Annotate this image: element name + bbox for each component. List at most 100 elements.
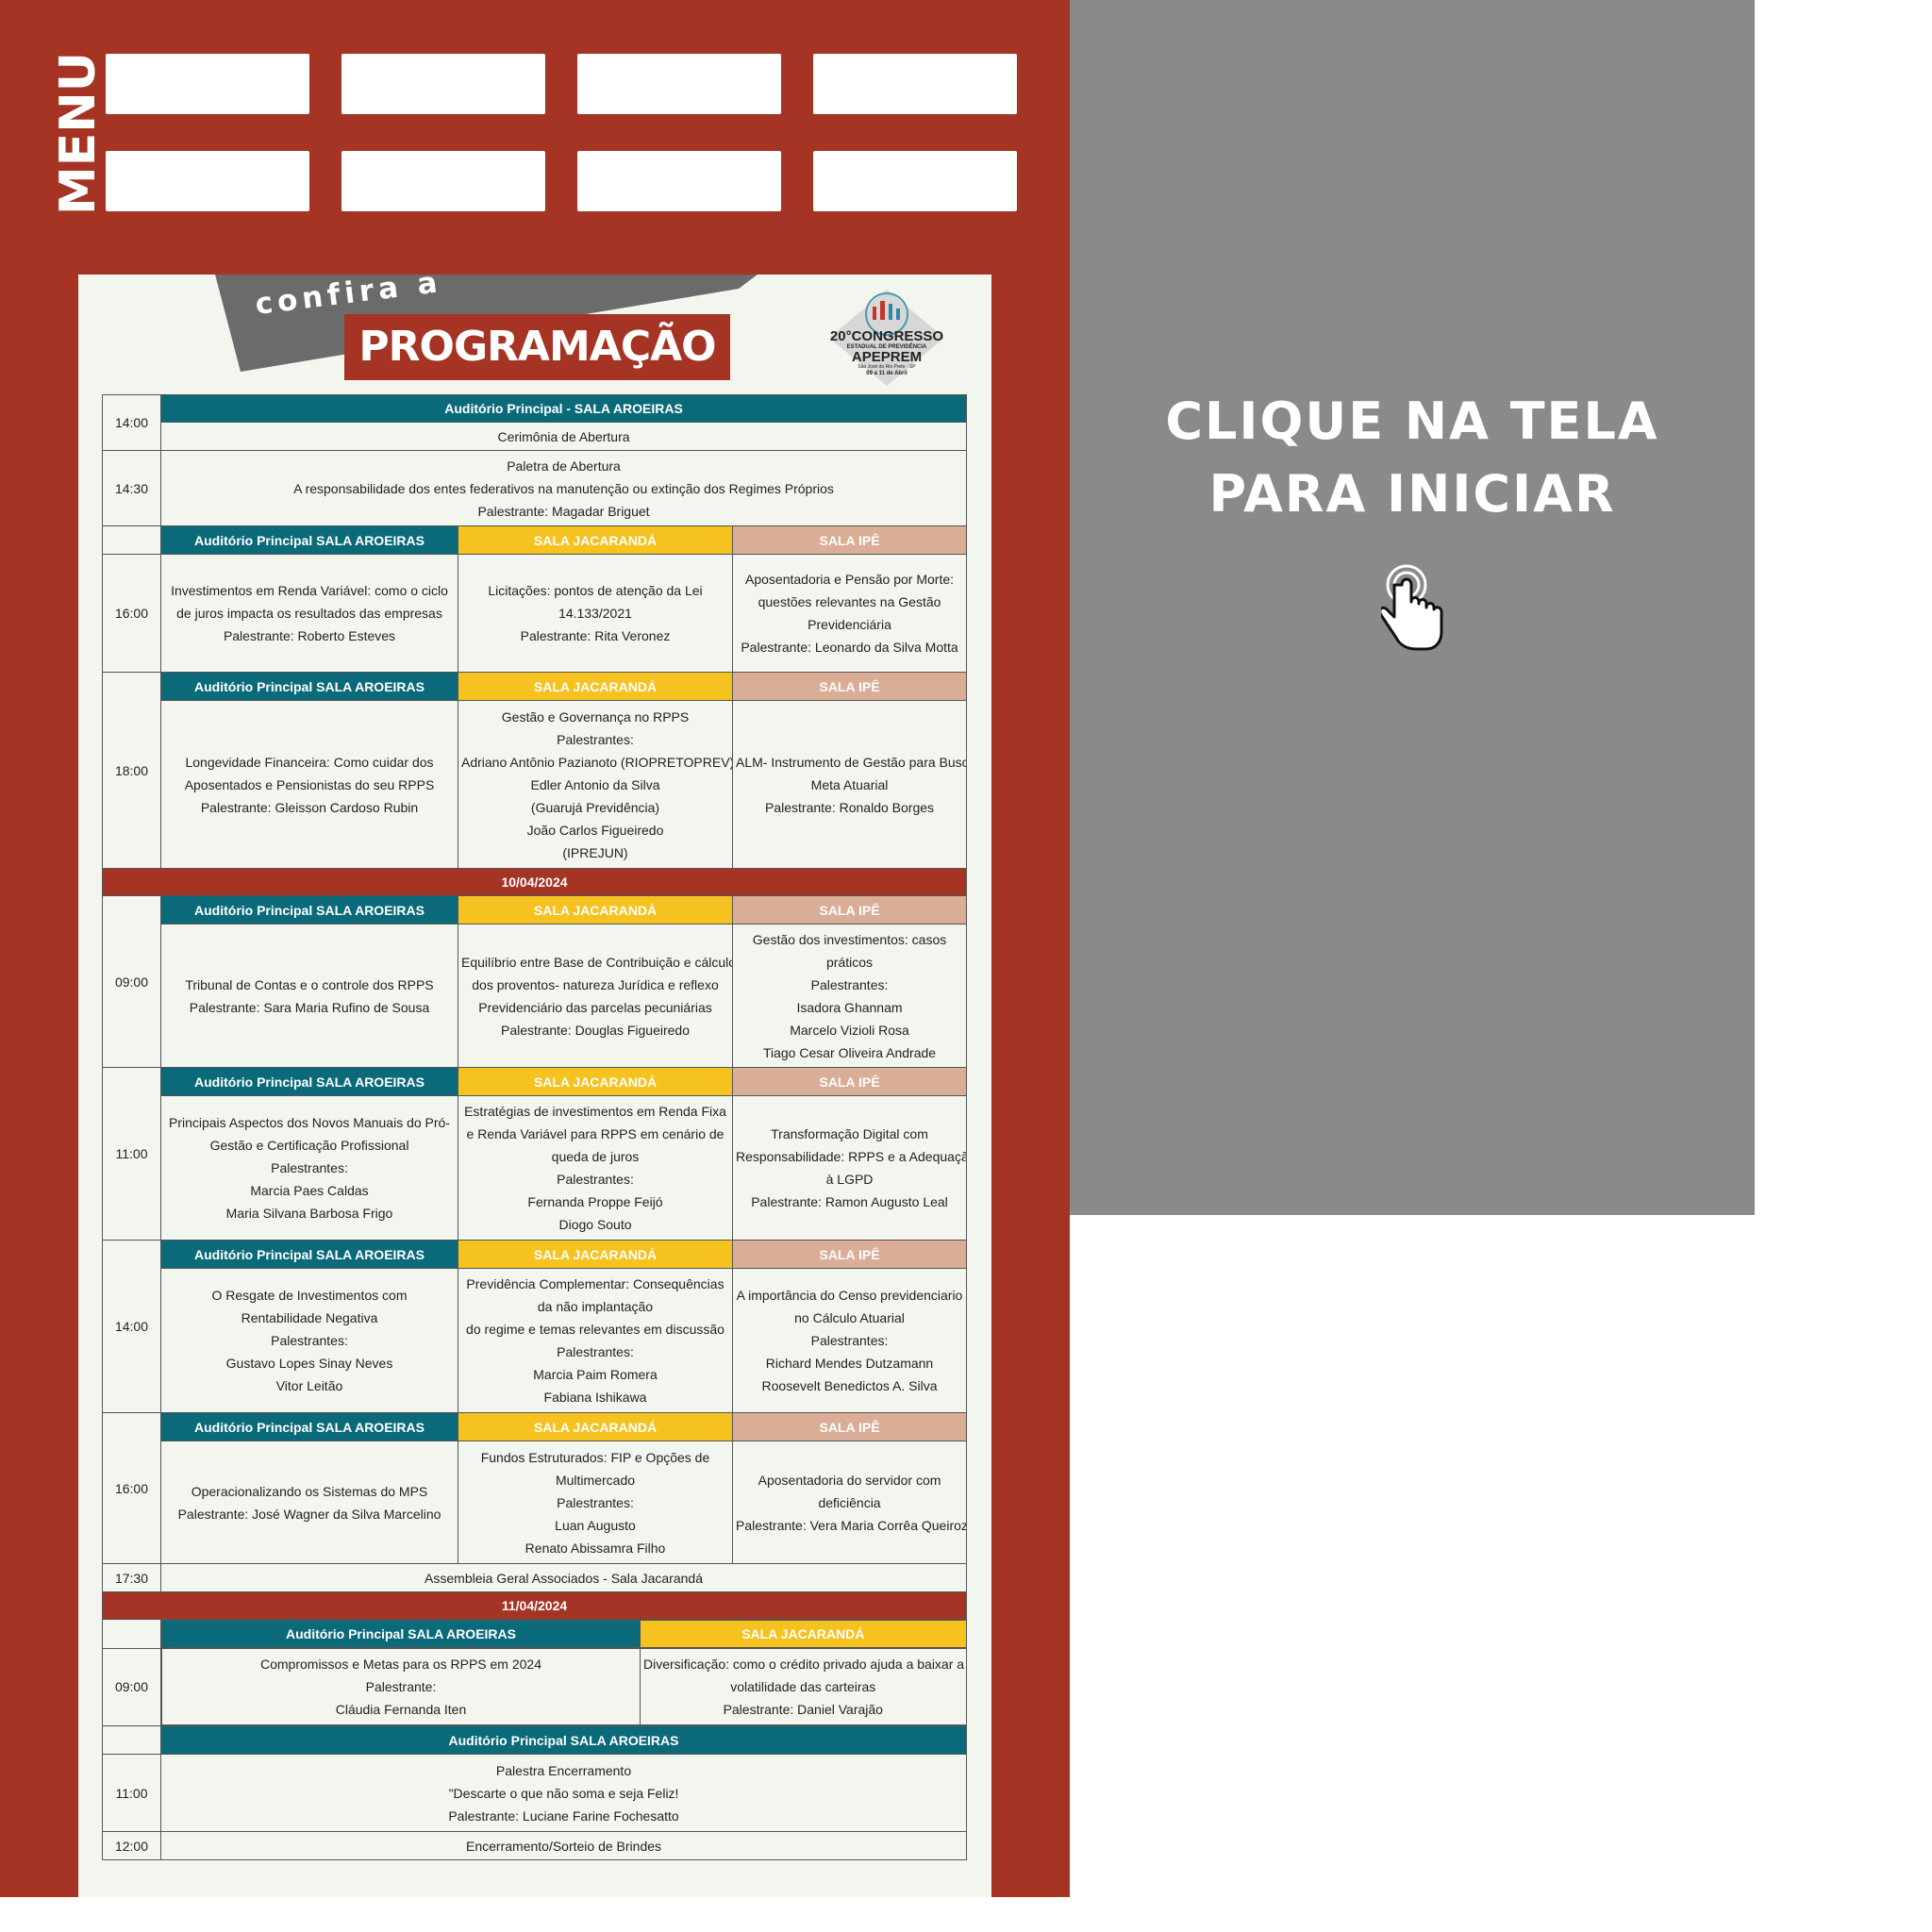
table-row: 16:00 Investimentos em Renda Variável: c… bbox=[102, 554, 968, 673]
pointer-hand-icon bbox=[1381, 564, 1443, 651]
date-row: 10/04/2024 bbox=[101, 868, 968, 896]
menu-button-8[interactable] bbox=[813, 151, 1017, 211]
time-cell: 17:30 bbox=[102, 1563, 161, 1592]
room-header-jacaranda: SALA JACARANDÁ bbox=[458, 1412, 733, 1441]
session-cell: Encerramento/Sorteio de Brindes bbox=[159, 1831, 968, 1860]
table-row: Principais Aspectos dos Novos Manuais do… bbox=[103, 1095, 968, 1241]
session-cell: Diversificação: como o crédito privado a… bbox=[640, 1648, 967, 1725]
session-cell: Licitações: pontos de atenção da Lei 14.1… bbox=[458, 554, 733, 673]
session-cell: Palestra Encerramento "Descarte o que não… bbox=[159, 1754, 968, 1832]
session-cell: Estratégias de investimentos em Renda Fi… bbox=[458, 1095, 733, 1241]
table-row: O Resgate de Investimentos com Rentabilid… bbox=[103, 1268, 968, 1413]
empty-time-cell bbox=[102, 1725, 161, 1755]
room-header-jacaranda: SALA JACARANDÁ bbox=[458, 1240, 733, 1269]
table-row: Auditório Principal SALA AROEIRAS SALA J… bbox=[102, 525, 968, 555]
time-cell: 11:00 bbox=[102, 1067, 161, 1241]
room-header-ipe: SALA IPÊ bbox=[731, 1067, 968, 1096]
svg-text:20°CONGRESSO: 20°CONGRESSO bbox=[830, 328, 944, 344]
menu-button-1[interactable] bbox=[106, 54, 309, 114]
time-cell: 12:00 bbox=[102, 1831, 161, 1860]
session-cell: Fundos Estruturados: FIP e Opções de Mult… bbox=[458, 1441, 733, 1564]
menu-button-2[interactable] bbox=[341, 54, 545, 114]
time-cell: 11:00 bbox=[102, 1754, 161, 1832]
table-row: Tribunal de Contas e o controle dos RPPS… bbox=[103, 924, 968, 1068]
session-cell: Compromissos e Metas para os RPPS em 202… bbox=[161, 1648, 641, 1725]
time-cell: 09:00 bbox=[102, 1647, 161, 1726]
room-header-aroeiras: Auditório Principal SALA AROEIRAS bbox=[160, 1067, 458, 1096]
menu-button-3[interactable] bbox=[577, 54, 781, 114]
start-instruction-line1: CLIQUE NA TELA bbox=[1165, 391, 1659, 451]
menu-button-6[interactable] bbox=[341, 151, 545, 211]
session-cell: Cerimônia de Abertura bbox=[159, 422, 968, 451]
table-row: Auditório Principal SALA AROEIRAS bbox=[102, 1725, 968, 1755]
room-header-ipe: SALA IPÊ bbox=[731, 1412, 968, 1441]
poster-header: confira a PROGRAMAÇÃO 20°CONGRESSO ESTAD… bbox=[78, 275, 991, 388]
start-instruction: CLIQUE NA TELA PARA INICIAR bbox=[1070, 385, 1755, 530]
session-cell: Investimentos em Renda Variável: como o … bbox=[160, 554, 458, 673]
programacao-title: PROGRAMAÇÃO bbox=[358, 323, 716, 371]
svg-text:APEPREM: APEPREM bbox=[852, 349, 922, 365]
room-header-jacaranda: SALA JACARANDÁ bbox=[458, 672, 733, 701]
table-row: 11/04/2024 bbox=[101, 1591, 968, 1620]
schedule-poster: confira a PROGRAMAÇÃO 20°CONGRESSO ESTAD… bbox=[78, 275, 991, 1897]
session-cell: Aposentadoria e Pensão por Morte: questõe… bbox=[731, 554, 968, 673]
table-row: 17:30 Assembleia Geral Associados - Sala… bbox=[102, 1563, 968, 1592]
time-cell: 14:00 bbox=[102, 1240, 161, 1413]
room-header-aroeiras: Auditório Principal - SALA AROEIRAS bbox=[159, 394, 968, 423]
room-header-aroeiras: Auditório Principal SALA AROEIRAS bbox=[159, 1725, 968, 1755]
session-cell: Longevidade Financeira: Como cuidar dos A… bbox=[160, 700, 458, 869]
session-cell: Assembleia Geral Associados - Sala Jacar… bbox=[159, 1563, 968, 1592]
room-header-ipe: SALA IPÊ bbox=[731, 525, 968, 555]
session-split: Compromissos e Metas para os RPPS em 202… bbox=[161, 1648, 967, 1726]
time-cell: 09:00 bbox=[102, 895, 161, 1068]
room-header-jacaranda: SALA JACARANDÁ bbox=[458, 1067, 733, 1096]
room-header-jacaranda: SALA JACARANDÁ bbox=[458, 525, 733, 555]
session-cell: Tribunal de Contas e o controle dos RPPS… bbox=[160, 924, 458, 1068]
session-cell: O Resgate de Investimentos com Rentabilid… bbox=[160, 1268, 458, 1413]
table-row: 09:00 Compromissos e Metas para os RPPS … bbox=[102, 1647, 967, 1726]
header-split: Auditório Principal SALA AROEIRAS SALA J… bbox=[161, 1620, 967, 1648]
table-row: 11:00 Auditório Principal SALA AROEIRAS … bbox=[102, 1067, 968, 1241]
menu-button-5[interactable] bbox=[106, 151, 309, 211]
room-header-ipe: SALA IPÊ bbox=[731, 672, 968, 701]
session-cell: Gestão e Governança no RPPS Palestrantes:… bbox=[458, 700, 733, 869]
session-cell: ALM- Instrumento de Gestão para Busca Met… bbox=[731, 700, 968, 869]
date-row: 11/04/2024 bbox=[101, 1591, 968, 1620]
room-header-aroeiras: Auditório Principal SALA AROEIRAS bbox=[160, 525, 458, 555]
empty-time-cell bbox=[102, 525, 161, 555]
session-cell: Gestão dos investimentos: casos práticos P… bbox=[731, 924, 968, 1068]
session-cell: Equilíbrio entre Base de Contribuição e … bbox=[458, 924, 733, 1068]
room-header-jacaranda: SALA JACARANDÁ bbox=[458, 895, 733, 924]
room-header-ipe: SALA IPÊ bbox=[731, 895, 968, 924]
start-panel[interactable]: CLIQUE NA TELA PARA INICIAR bbox=[1070, 0, 1755, 1215]
session-cell: Paletra de Abertura A responsabilidade do… bbox=[159, 450, 968, 526]
schedule-table: 14:00 Auditório Principal - SALA AROEIRA… bbox=[101, 394, 968, 1860]
menu-button-7[interactable] bbox=[577, 151, 781, 211]
room-header-aroeiras: Auditório Principal SALA AROEIRAS bbox=[160, 1412, 458, 1441]
room-header-aroeiras: Auditório Principal SALA AROEIRAS bbox=[160, 672, 458, 701]
session-cell: Operacionalizando os Sistemas do MPS Pale… bbox=[160, 1441, 458, 1564]
table-row: 14:00 Auditório Principal - SALA AROEIRA… bbox=[102, 394, 968, 451]
room-header-aroeiras: Auditório Principal SALA AROEIRAS bbox=[160, 895, 458, 924]
table-row: Operacionalizando os Sistemas do MPS Pale… bbox=[103, 1441, 968, 1564]
room-header-ipe: SALA IPÊ bbox=[731, 1240, 968, 1269]
table-row: 14:00 Auditório Principal SALA AROEIRAS … bbox=[102, 1240, 968, 1413]
table-row: 12:00 Encerramento/Sorteio de Brindes bbox=[102, 1831, 968, 1860]
room-header-jacaranda: SALA JACARANDÁ bbox=[640, 1620, 967, 1648]
table-row: 18:00 Auditório Principal SALA AROEIRAS … bbox=[102, 672, 968, 869]
apeprem-logo: 20°CONGRESSO ESTADUAL DE PREVIDÊNCIA APE… bbox=[829, 290, 944, 386]
programacao-box: PROGRAMAÇÃO bbox=[344, 314, 730, 380]
session-cell: Transformação Digital com Responsabilidad… bbox=[731, 1095, 968, 1241]
menu-label: MENU bbox=[57, 52, 100, 215]
menu-button-4[interactable] bbox=[813, 54, 1017, 114]
session-cell: Previdência Complementar: Consequências d… bbox=[458, 1268, 733, 1413]
session-cell: A importância do Censo previdenciario no … bbox=[731, 1268, 968, 1413]
table-row: 14:30 Paletra de Abertura A responsabilid… bbox=[102, 450, 968, 526]
left-panel: MENU confira a PROGRAMAÇÃO 20°CONGRESSO bbox=[0, 0, 1070, 1897]
table-row: Cerimônia de Abertura bbox=[103, 422, 968, 451]
session-cell: Aposentadoria do servidor com deficiência… bbox=[731, 1441, 968, 1564]
svg-text:09 a 11 de Abril: 09 a 11 de Abril bbox=[866, 371, 908, 376]
time-cell: 18:00 bbox=[102, 672, 161, 869]
time-cell: 16:00 bbox=[102, 1412, 161, 1564]
table-row: 11:00 Palestra Encerramento "Descarte o q… bbox=[102, 1754, 968, 1832]
